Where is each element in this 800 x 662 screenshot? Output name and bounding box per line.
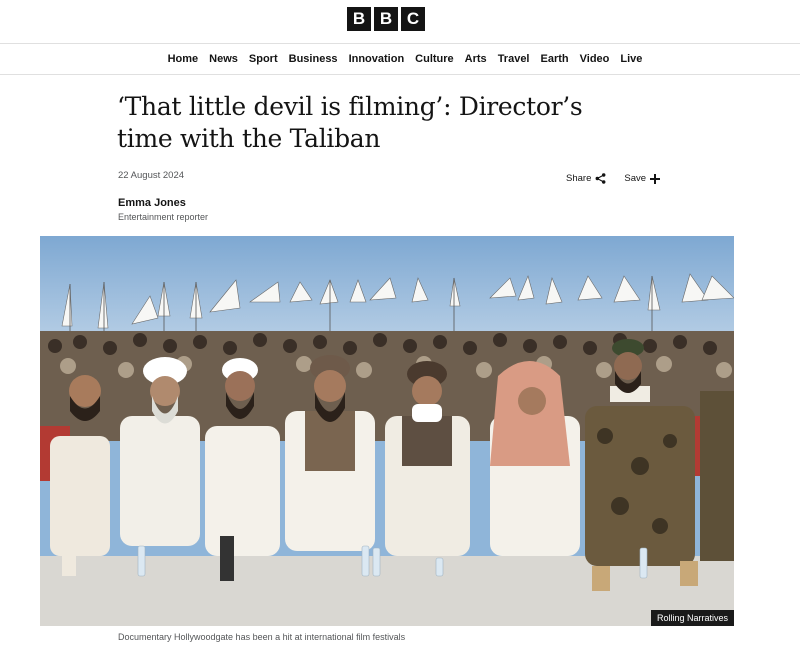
article-actions: Share Save [566, 173, 661, 184]
author-role: Entertainment reporter [118, 212, 209, 222]
bbc-logo[interactable]: B B C [347, 7, 425, 31]
article-headline: ‘That little devil is filming’: Director… [117, 91, 677, 155]
hero-image: Rolling Narratives [40, 236, 734, 626]
logo-block-b1: B [347, 7, 371, 31]
share-icon [595, 173, 606, 184]
main-navigation: Home News Sport Business Innovation Cult… [0, 44, 800, 75]
nav-item-earth[interactable]: Earth [535, 53, 574, 65]
nav-item-business[interactable]: Business [283, 53, 343, 65]
nav-item-video[interactable]: Video [574, 53, 615, 65]
nav-item-culture[interactable]: Culture [410, 53, 460, 65]
headline-line-1: ‘That little devil is filming’: Director… [117, 92, 583, 121]
nav-list: Home News Sport Business Innovation Cult… [162, 53, 648, 65]
headline-line-2: time with the Taliban [117, 124, 381, 153]
author-name[interactable]: Emma Jones [118, 197, 186, 209]
logo-block-c: C [401, 7, 425, 31]
image-caption: Documentary Hollywoodgate has been a hit… [118, 632, 406, 642]
nav-item-arts[interactable]: Arts [459, 53, 492, 65]
share-label: Share [566, 173, 592, 184]
nav-item-travel[interactable]: Travel [492, 53, 535, 65]
save-button[interactable]: Save [624, 173, 661, 184]
nav-item-home[interactable]: Home [162, 53, 204, 65]
nav-item-innovation[interactable]: Innovation [343, 53, 410, 65]
hero-photo-illustration [40, 236, 734, 626]
logo-block-b2: B [374, 7, 398, 31]
plus-icon [650, 173, 661, 184]
save-label: Save [624, 173, 647, 184]
nav-item-live[interactable]: Live [615, 53, 648, 65]
masthead: B B C [0, 0, 800, 44]
share-button[interactable]: Share [566, 173, 606, 184]
publish-date: 22 August 2024 [118, 170, 185, 181]
nav-item-sport[interactable]: Sport [243, 53, 283, 65]
image-credit: Rolling Narratives [650, 610, 734, 626]
nav-item-news[interactable]: News [204, 53, 244, 65]
